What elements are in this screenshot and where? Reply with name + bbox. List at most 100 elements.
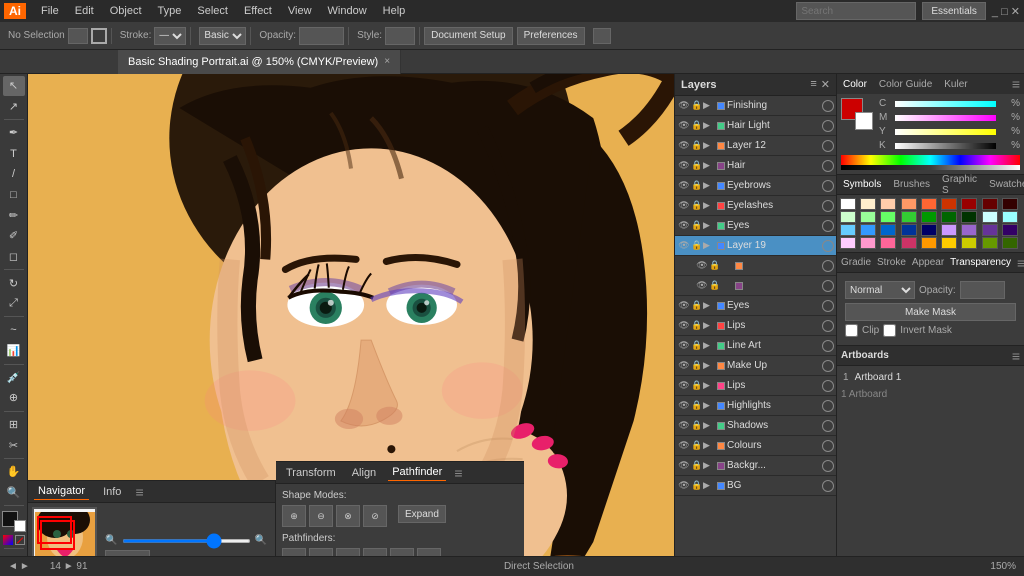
swatch-cell[interactable]: [921, 237, 937, 249]
swatch-cell[interactable]: [1002, 198, 1018, 210]
layer-expand[interactable]: ▶: [703, 220, 715, 231]
line-tool[interactable]: /: [3, 164, 25, 184]
menu-window[interactable]: Window: [321, 3, 374, 19]
navigator-tab[interactable]: Navigator: [34, 483, 89, 500]
swatch-cell[interactable]: [840, 211, 856, 223]
prev-arrow[interactable]: ◄: [8, 561, 18, 572]
layer-visibility[interactable]: 👁: [677, 360, 691, 371]
nav-zoom-icon-small[interactable]: 🔍: [105, 535, 117, 546]
eyedropper-tool[interactable]: 💉: [3, 367, 25, 387]
swatch-cell[interactable]: [921, 198, 937, 210]
layer-target[interactable]: [822, 460, 834, 472]
swatch-cell[interactable]: [982, 198, 998, 210]
c-slider[interactable]: [895, 101, 996, 107]
trans-menu[interactable]: ≡: [1017, 255, 1024, 271]
swatch-cell[interactable]: [880, 237, 896, 249]
layer-lock[interactable]: 🔒: [691, 440, 703, 451]
layer-expand[interactable]: ▶: [703, 200, 715, 211]
swatch-cell[interactable]: [941, 211, 957, 223]
rect-tool[interactable]: □: [3, 185, 25, 205]
layer-target[interactable]: [822, 420, 834, 432]
menu-help[interactable]: Help: [376, 3, 413, 19]
layer-lock[interactable]: 🔒: [691, 180, 703, 191]
layer-lock[interactable]: 🔒: [691, 320, 703, 331]
swatch-cell[interactable]: [1002, 224, 1018, 236]
expand-button[interactable]: Expand: [398, 505, 446, 523]
clip-checkbox[interactable]: [845, 324, 858, 337]
layer-expand[interactable]: ▶: [703, 300, 715, 311]
layer-expand[interactable]: ▶: [703, 420, 715, 431]
menu-view[interactable]: View: [281, 3, 319, 19]
artboard-1[interactable]: 1 Artboard 1: [841, 370, 1020, 385]
layer-lock[interactable]: 🔒: [691, 460, 703, 471]
layer-visibility[interactable]: 👁: [695, 260, 709, 271]
layer-expand[interactable]: ▶: [703, 380, 715, 391]
layer-expand[interactable]: ▶: [703, 180, 715, 191]
swatch-cell[interactable]: [860, 198, 876, 210]
brushes-tab[interactable]: Brushes: [891, 177, 932, 192]
menu-effect[interactable]: Effect: [237, 3, 279, 19]
swatch-cell[interactable]: [921, 211, 937, 223]
layer-target[interactable]: [822, 280, 834, 292]
layer-lock[interactable]: 🔒: [691, 380, 703, 391]
layer-expand[interactable]: ▶: [703, 140, 715, 151]
y-slider[interactable]: [895, 129, 996, 135]
stroke-swatch[interactable]: [91, 28, 107, 44]
transform-menu[interactable]: ≡: [454, 465, 462, 481]
pencil-tool[interactable]: ✐: [3, 226, 25, 246]
swatches-tab[interactable]: Swatches: [987, 177, 1024, 192]
layer-lock[interactable]: 🔒: [691, 140, 703, 151]
transform-tab[interactable]: Transform: [282, 465, 340, 481]
rotate-tool[interactable]: ↻: [3, 273, 25, 293]
menu-select[interactable]: Select: [190, 3, 235, 19]
doc-setup-button[interactable]: Document Setup: [424, 27, 513, 45]
layer-target[interactable]: [822, 160, 834, 172]
swatch-cell[interactable]: [982, 237, 998, 249]
layer-item[interactable]: 👁 🔒: [675, 276, 836, 296]
swatch-cell[interactable]: [941, 237, 957, 249]
layer-target[interactable]: [822, 240, 834, 252]
layer-item[interactable]: 👁 🔒 ▶ Backgr...: [675, 456, 836, 476]
layer-lock[interactable]: 🔒: [691, 160, 703, 171]
hand-tool[interactable]: ✋: [3, 462, 25, 482]
layer-item[interactable]: 👁 🔒 ▶ Line Art: [675, 336, 836, 356]
layer-lock[interactable]: 🔒: [709, 260, 721, 271]
layer-target[interactable]: [822, 400, 834, 412]
swatch-cell[interactable]: [840, 237, 856, 249]
color-tab[interactable]: Color: [841, 77, 869, 92]
layer-visibility[interactable]: 👁: [677, 380, 691, 391]
layer-item[interactable]: 👁 🔒 ▶ Eyelashes: [675, 196, 836, 216]
layer-expand[interactable]: ▶: [703, 480, 715, 491]
layer-lock[interactable]: 🔒: [691, 120, 703, 131]
layer-expand[interactable]: ▶: [703, 160, 715, 171]
pen-tool[interactable]: ✒: [3, 123, 25, 143]
layer-visibility[interactable]: 👁: [677, 320, 691, 331]
symbols-tab[interactable]: Symbols: [841, 177, 883, 192]
layer-lock[interactable]: 🔒: [709, 280, 721, 291]
swatch-cell[interactable]: [1002, 211, 1018, 223]
swatch-cell[interactable]: [840, 198, 856, 210]
layer-lock[interactable]: 🔒: [691, 340, 703, 351]
layer-lock[interactable]: 🔒: [691, 200, 703, 211]
blend-mode-select[interactable]: Normal: [845, 281, 915, 299]
swatch-cell[interactable]: [860, 237, 876, 249]
layer-target[interactable]: [822, 480, 834, 492]
layer-expand[interactable]: ▶: [703, 320, 715, 331]
menu-file[interactable]: File: [34, 3, 66, 19]
layer-item[interactable]: 👁 🔒 ▶ Lips: [675, 376, 836, 396]
swatch-cell[interactable]: [961, 198, 977, 210]
swatch-cell[interactable]: [901, 198, 917, 210]
exclude-button[interactable]: ⊘: [363, 505, 387, 527]
layer-target[interactable]: [822, 440, 834, 452]
nav-zoom-slider[interactable]: [122, 539, 251, 543]
layer-target[interactable]: [822, 220, 834, 232]
layer-lock[interactable]: 🔒: [691, 360, 703, 371]
navigator-menu[interactable]: ≡: [135, 484, 143, 500]
layer-lock[interactable]: 🔒: [691, 240, 703, 251]
unite-button[interactable]: ⊕: [282, 505, 306, 527]
layer-lock[interactable]: 🔒: [691, 100, 703, 111]
type-tool[interactable]: T: [3, 144, 25, 164]
layer-visibility[interactable]: 👁: [677, 440, 691, 451]
eraser-tool[interactable]: ◻: [3, 247, 25, 267]
layer-target[interactable]: [822, 380, 834, 392]
